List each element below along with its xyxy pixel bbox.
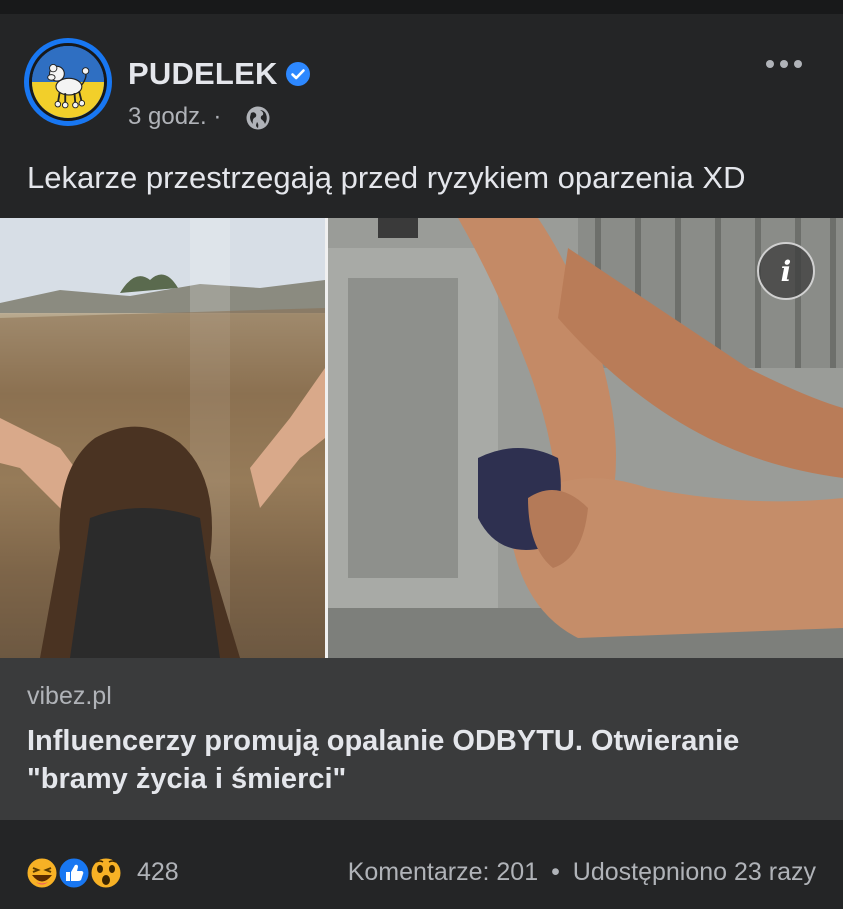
- comments-count[interactable]: Komentarze: 201: [348, 858, 538, 886]
- link-domain: vibez.pl: [27, 682, 112, 710]
- post-time[interactable]: 3 godz.: [128, 103, 207, 130]
- post-meta: 3 godz. ·: [128, 103, 221, 131]
- post-stats: Komentarze: 201 • Udostępniono 23 razy: [348, 858, 816, 887]
- info-icon: i: [780, 254, 792, 288]
- reaction-count[interactable]: 428: [137, 858, 179, 887]
- post-text: Lekarze przestrzegają przed ryzykiem opa…: [27, 160, 746, 195]
- reactions-icons[interactable]: [24, 852, 134, 894]
- wow-reaction-icon: [88, 855, 124, 891]
- like-reaction-icon: [56, 855, 92, 891]
- post-footer: 428 Komentarze: 201 • Udostępniono 23 ra…: [0, 820, 843, 909]
- verified-badge-icon: [286, 62, 310, 86]
- more-options-icon[interactable]: [764, 54, 804, 74]
- poodle-logo-icon: [47, 64, 90, 109]
- avatar-image: [29, 43, 107, 121]
- shares-count[interactable]: Udostępniono 23 razy: [573, 858, 816, 886]
- page-name[interactable]: PUDELEK: [128, 56, 278, 92]
- info-button[interactable]: i: [757, 242, 815, 300]
- left-photo: [0, 218, 325, 658]
- meta-separator: ·: [213, 103, 222, 130]
- globe-icon[interactable]: [245, 105, 271, 131]
- post-header: PUDELEK 3 godz. ·: [0, 14, 843, 134]
- top-bar: [0, 0, 843, 14]
- haha-reaction-icon: [24, 855, 60, 891]
- avatar[interactable]: [24, 38, 112, 126]
- post-card: PUDELEK 3 godz. · Lekarze przestrzegają …: [0, 14, 843, 909]
- link-headline: Influencerzy promują opalanie ODBYTU. Ot…: [27, 725, 740, 795]
- link-preview[interactable]: vibez.pl Influencerzy promują opalanie O…: [0, 658, 843, 820]
- link-image[interactable]: [0, 218, 843, 658]
- stats-separator: •: [551, 858, 560, 886]
